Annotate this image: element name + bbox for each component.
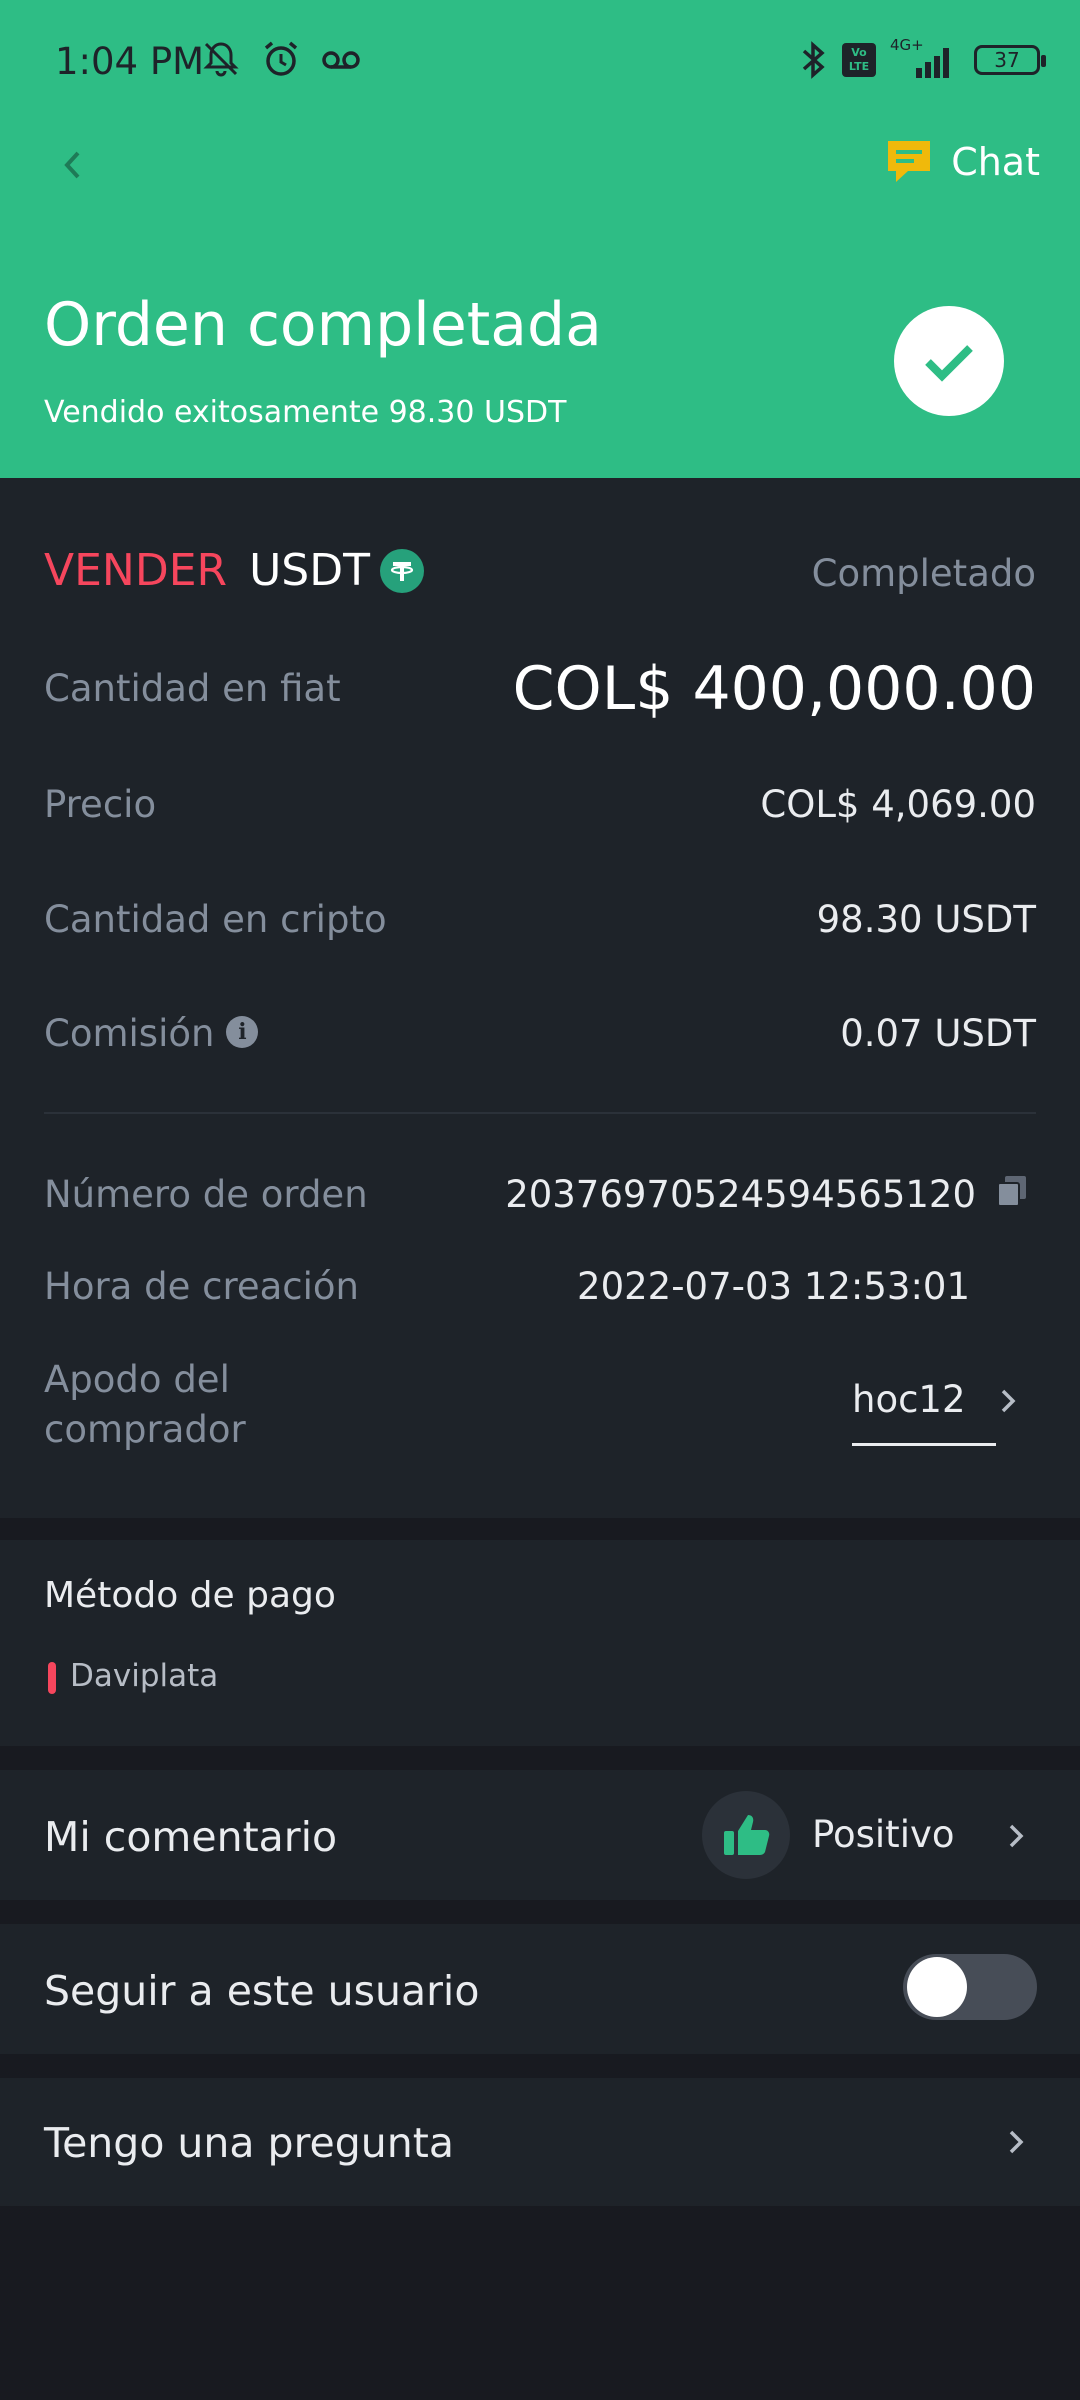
battery-icon: 37 (974, 45, 1046, 75)
order-status: Completado (811, 552, 1036, 595)
success-badge (894, 306, 1004, 416)
payment-method-name: Daviplata (70, 1658, 219, 1694)
muted-bell-icon (203, 42, 239, 77)
buyer-label-line1: Apodo del (44, 1358, 230, 1401)
my-comment-label: Mi comentario (44, 1813, 338, 1861)
order-type: VENDER USDT (44, 545, 424, 596)
buyer-label-line2: comprador (44, 1408, 246, 1451)
signal-icon: 4G+ (890, 36, 960, 80)
bluetooth-icon (802, 41, 825, 79)
fiat-amount-value: COL$ 400,000.00 (512, 654, 1036, 724)
created-value: 2022-07-03 12:53:01 (577, 1265, 970, 1308)
copy-icon[interactable] (996, 1174, 1028, 1208)
volte-icon: Vo LTE (842, 43, 876, 77)
thumbs-up-icon (724, 1815, 770, 1855)
chevron-right-icon (1009, 1824, 1024, 1848)
thumbs-up-badge (702, 1791, 790, 1879)
buyer-name: hoc12 (852, 1378, 966, 1421)
divider (44, 1112, 1036, 1114)
payment-method-title: Método de pago (44, 1575, 336, 1616)
chat-button[interactable]: Chat (885, 138, 1040, 186)
battery-level: 37 (994, 48, 1020, 72)
chevron-left-icon (64, 151, 80, 179)
buyer-label: Apodo del comprador (44, 1355, 246, 1455)
follow-user-label: Seguir a este usuario (44, 1967, 480, 2015)
price-label: Precio (44, 783, 157, 826)
section-separator (0, 1900, 1080, 1924)
voicemail-icon (322, 51, 360, 69)
toggle-knob (907, 1957, 967, 2017)
buyer-profile-link[interactable]: hoc12 (852, 1378, 1016, 1446)
chevron-right-icon (1001, 1389, 1016, 1413)
chevron-right-icon (1009, 2130, 1024, 2154)
question-label: Tengo una pregunta (44, 2119, 454, 2167)
chat-icon (888, 141, 931, 182)
info-icon[interactable]: i (226, 1015, 259, 1048)
fiat-amount-label: Cantidad en fiat (44, 667, 341, 710)
payment-method-color-bar (48, 1662, 56, 1694)
chat-label: Chat (951, 140, 1040, 184)
status-right-icons: Vo LTE 4G+ 37 (798, 36, 1046, 80)
fee-value: 0.07 USDT (840, 1012, 1036, 1055)
status-left-icons (200, 38, 362, 80)
status-time: 1:04 PM (55, 40, 205, 83)
section-separator (0, 2054, 1080, 2078)
order-number-value: 20376970524594565120 (505, 1173, 976, 1216)
alarm-icon (264, 41, 298, 76)
fee-label: Comisión (44, 1012, 215, 1055)
crypto-amount-value: 98.30 USDT (816, 898, 1036, 941)
fee-label-group: Comisión i (44, 1012, 259, 1055)
order-number-label: Número de orden (44, 1173, 368, 1216)
order-side: VENDER (44, 545, 228, 596)
section-separator (0, 1746, 1080, 1770)
tether-icon (379, 548, 424, 593)
comment-value: Positivo (812, 1813, 955, 1856)
order-header: 1:04 PM Vo LTE 4G+ 37 Chat Orden complet… (0, 0, 1080, 478)
back-button[interactable] (52, 140, 92, 190)
status-bar: 1:04 PM Vo LTE 4G+ 37 (0, 0, 1080, 130)
price-value: COL$ 4,069.00 (760, 783, 1036, 826)
order-asset: USDT (249, 545, 370, 596)
page-title: Orden completada (44, 290, 602, 360)
created-label: Hora de creación (44, 1265, 360, 1308)
crypto-amount-label: Cantidad en cripto (44, 898, 387, 941)
check-icon (925, 345, 973, 382)
follow-user-toggle[interactable] (903, 1954, 1037, 2020)
section-separator (0, 1518, 1080, 1540)
page-subtitle: Vendido exitosamente 98.30 USDT (44, 395, 567, 430)
payment-method-card (0, 1540, 1080, 1746)
